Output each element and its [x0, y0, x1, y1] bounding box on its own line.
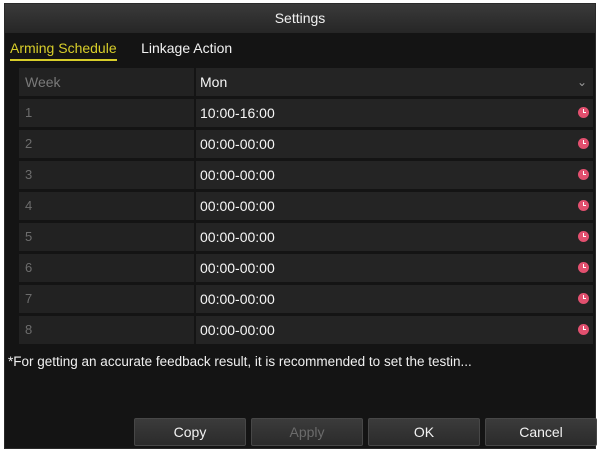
period-time-field[interactable]: 00:00-00:00 [196, 316, 593, 344]
period-time-value: 00:00-00:00 [200, 167, 275, 183]
period-time-field[interactable]: 10:00-16:00 [196, 99, 593, 127]
period-row: 2 00:00-00:00 [19, 130, 593, 158]
period-index: 7 [19, 285, 194, 313]
copy-button[interactable]: Copy [134, 418, 246, 446]
period-time-value: 10:00-16:00 [200, 105, 275, 121]
period-time-field[interactable]: 00:00-00:00 [196, 192, 593, 220]
period-row: 4 00:00-00:00 [19, 192, 593, 220]
clock-icon[interactable] [578, 324, 589, 335]
period-time-field[interactable]: 00:00-00:00 [196, 223, 593, 251]
ok-button[interactable]: OK [368, 418, 480, 446]
dialog-title: Settings [5, 4, 595, 33]
period-row: 3 00:00-00:00 [19, 161, 593, 189]
week-label: Week [19, 68, 194, 96]
clock-icon[interactable] [578, 231, 589, 242]
period-row: 8 00:00-00:00 [19, 316, 593, 344]
clock-icon[interactable] [578, 262, 589, 273]
week-select-value: Mon [200, 74, 228, 90]
period-row: 1 10:00-16:00 [19, 99, 593, 127]
week-row: Week Mon ⌄ [19, 68, 593, 96]
period-time-field[interactable]: 00:00-00:00 [196, 285, 593, 313]
feedback-note: *For getting an accurate feedback result… [8, 354, 472, 369]
period-row: 7 00:00-00:00 [19, 285, 593, 313]
period-index: 3 [19, 161, 194, 189]
button-bar: Copy Apply OK Cancel [5, 418, 597, 446]
period-index: 6 [19, 254, 194, 282]
schedule-table: Week Mon ⌄ 1 10:00-16:00 2 00:00-00:00 3… [19, 68, 593, 347]
period-index: 8 [19, 316, 194, 344]
chevron-down-icon: ⌄ [576, 75, 587, 89]
period-time-value: 00:00-00:00 [200, 291, 275, 307]
period-time-value: 00:00-00:00 [200, 229, 275, 245]
period-index: 1 [19, 99, 194, 127]
period-index: 4 [19, 192, 194, 220]
clock-icon[interactable] [578, 107, 589, 118]
period-time-value: 00:00-00:00 [200, 322, 275, 338]
apply-button[interactable]: Apply [251, 418, 363, 446]
tab-linkage-action[interactable]: Linkage Action [141, 37, 232, 59]
period-time-value: 00:00-00:00 [200, 198, 275, 214]
period-index: 2 [19, 130, 194, 158]
settings-dialog: Settings Arming Schedule Linkage Action … [4, 3, 597, 449]
period-time-field[interactable]: 00:00-00:00 [196, 161, 593, 189]
clock-icon[interactable] [578, 138, 589, 149]
clock-icon[interactable] [578, 169, 589, 180]
clock-icon[interactable] [578, 293, 589, 304]
period-time-value: 00:00-00:00 [200, 136, 275, 152]
period-row: 6 00:00-00:00 [19, 254, 593, 282]
period-time-field[interactable]: 00:00-00:00 [196, 254, 593, 282]
week-select[interactable]: Mon ⌄ [196, 68, 593, 96]
period-time-value: 00:00-00:00 [200, 260, 275, 276]
period-index: 5 [19, 223, 194, 251]
period-time-field[interactable]: 00:00-00:00 [196, 130, 593, 158]
tab-bar: Arming Schedule Linkage Action [10, 37, 252, 61]
tab-arming-schedule[interactable]: Arming Schedule [10, 37, 117, 61]
period-row: 5 00:00-00:00 [19, 223, 593, 251]
cancel-button[interactable]: Cancel [485, 418, 597, 446]
clock-icon[interactable] [578, 200, 589, 211]
